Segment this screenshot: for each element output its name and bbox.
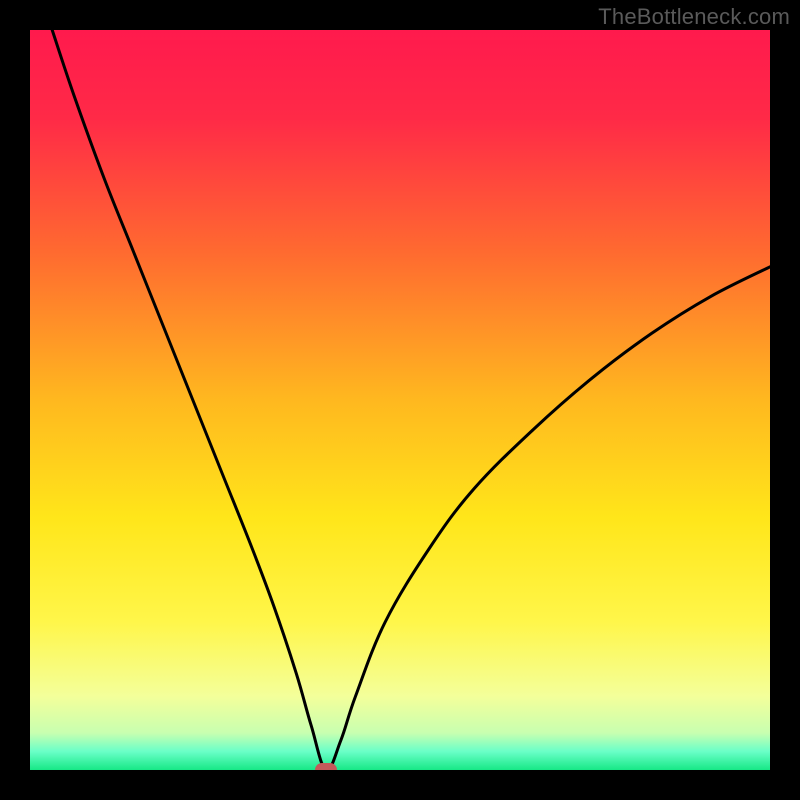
plot-area (30, 30, 770, 770)
bottleneck-curve (30, 30, 770, 770)
minimum-marker (315, 763, 337, 770)
watermark-text: TheBottleneck.com (598, 4, 790, 30)
chart-frame: TheBottleneck.com (0, 0, 800, 800)
